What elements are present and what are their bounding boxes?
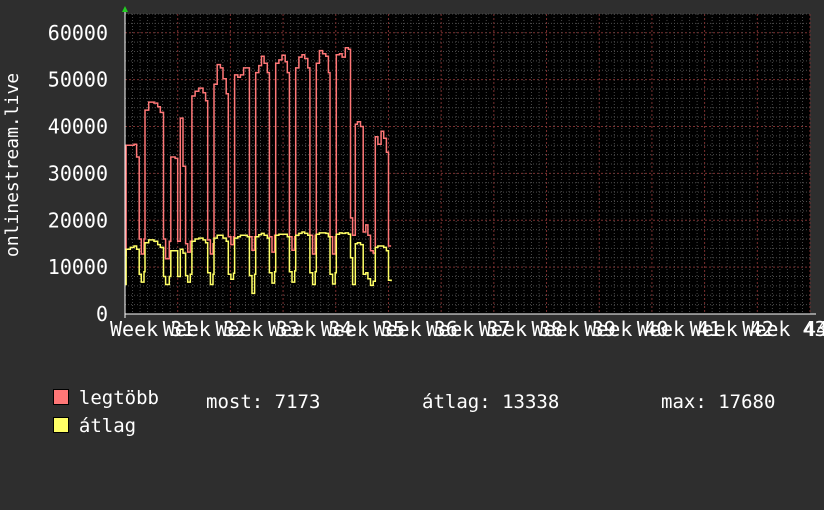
y-axis-label: onlinestream.live <box>2 73 23 257</box>
y-tick-label: 10000 <box>48 255 108 279</box>
y-tick-label: 50000 <box>48 68 108 92</box>
stat-max-value: 17680 <box>718 391 776 413</box>
stat-average-label: átlag: <box>422 391 491 413</box>
y-axis-arrow <box>122 6 128 12</box>
x-tick-label: 44 <box>804 317 824 340</box>
stat-current-label: most: <box>206 391 264 413</box>
x-tick-labels: Week 31Week 32Week 33Week 34Week 35Week … <box>110 317 824 340</box>
y-tick-label: 0 <box>96 302 108 326</box>
stat-max-label: max: <box>661 391 707 413</box>
chart: 0 10000 20000 30000 40000 50000 60000 Week 31W… <box>2 6 824 340</box>
stat-current: most: 7173 <box>206 390 320 414</box>
y-tick-label: 60000 <box>48 21 108 45</box>
legend-item-avg-series: átlag most: 7173 átlag: 13338 max: 17680 <box>30 390 810 510</box>
stat-average-value: 13338 <box>502 391 560 413</box>
stat-current-value: 7173 <box>274 391 321 413</box>
y-tick-label: 30000 <box>48 161 108 185</box>
stat-average: átlag: 13338 <box>422 390 559 414</box>
stat-max: max: 17680 <box>661 390 775 414</box>
legend-swatch-yellow <box>52 417 69 433</box>
y-tick-label: 20000 <box>48 208 108 232</box>
legend-label-avg: átlag <box>78 415 137 437</box>
y-tick-label: 40000 <box>48 115 108 139</box>
y-tick-labels: 0 10000 20000 30000 40000 50000 60000 <box>48 21 108 326</box>
